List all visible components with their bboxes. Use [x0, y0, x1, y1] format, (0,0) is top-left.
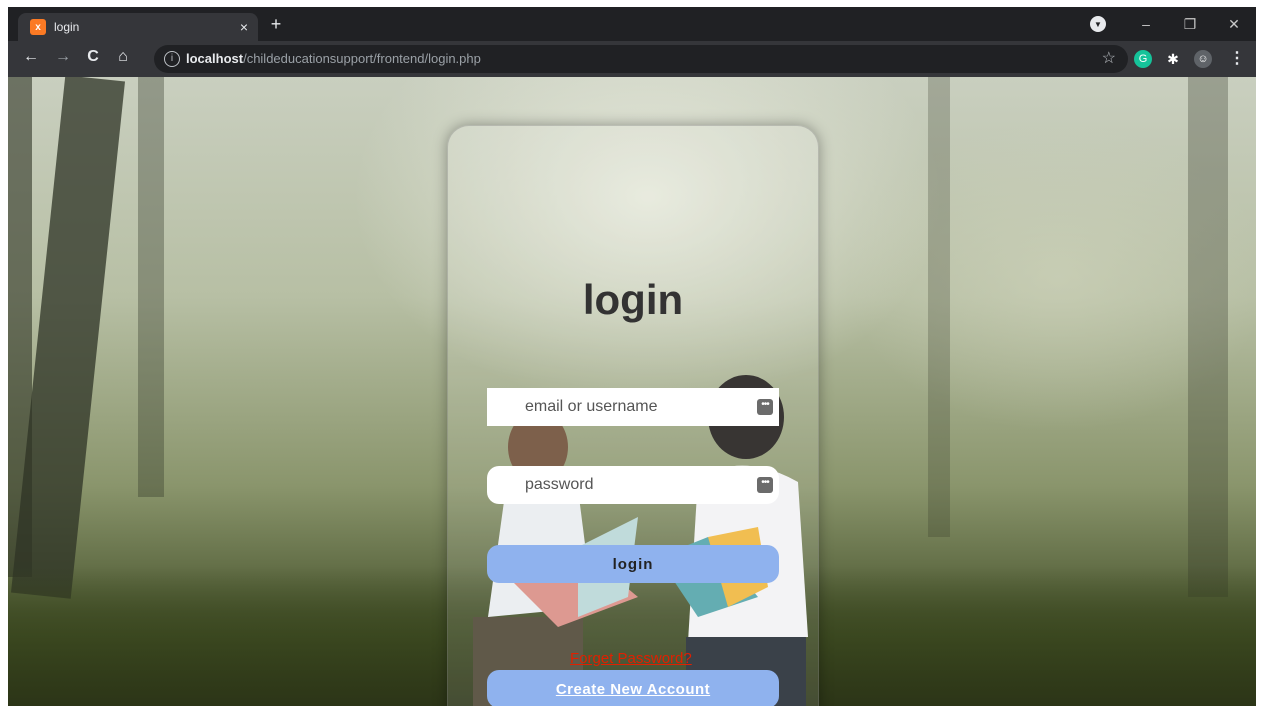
browser-titlebar: x login × + ▼ – ❐ ✕ — [8, 7, 1256, 41]
reload-button[interactable]: C — [82, 48, 104, 66]
browser-tab[interactable]: x login × — [18, 13, 258, 41]
tab-close-icon[interactable]: × — [240, 19, 248, 35]
create-account-button[interactable]: Create New Account — [487, 670, 779, 706]
login-button[interactable]: login — [487, 545, 779, 583]
new-tab-button[interactable]: + — [264, 14, 288, 35]
grammarly-icon[interactable]: G — [1134, 50, 1152, 68]
page-background: login ••• ••• login Forget Password? Cre… — [8, 77, 1256, 706]
avatar-icon[interactable]: ☺ — [1194, 50, 1212, 68]
url-host: localhost — [186, 51, 244, 66]
back-button[interactable]: ← — [20, 48, 42, 66]
login-card: login ••• ••• login Forget Password? Cre… — [447, 125, 819, 706]
password-manager-icon[interactable]: ••• — [757, 399, 773, 415]
info-icon[interactable]: i — [164, 51, 180, 67]
tree-trunk — [8, 77, 32, 577]
password-manager-icon[interactable]: ••• — [757, 477, 773, 493]
tab-title: login — [54, 20, 80, 34]
profile-menu-icon[interactable]: ▼ — [1090, 16, 1106, 32]
restore-button[interactable]: ❐ — [1168, 16, 1212, 33]
login-title: login — [582, 276, 684, 323]
email-username-input[interactable] — [487, 388, 779, 426]
browser-menu-icon[interactable]: ⋮ — [1226, 48, 1248, 68]
tree-trunk — [1188, 77, 1228, 597]
forward-button[interactable]: → — [52, 48, 74, 66]
address-bar[interactable]: i localhost/childeducationsupport/fronte… — [154, 45, 1128, 73]
puzzle-icon[interactable]: ✱ — [1164, 50, 1182, 68]
minimize-button[interactable]: – — [1124, 16, 1168, 32]
xampp-favicon-icon: x — [30, 19, 46, 35]
tree-trunk — [928, 77, 950, 537]
close-window-button[interactable]: ✕ — [1212, 16, 1256, 33]
home-button[interactable]: ⌂ — [112, 48, 134, 66]
password-input[interactable] — [487, 466, 779, 504]
bookmark-star-icon[interactable]: ☆ — [1102, 48, 1116, 68]
tree-trunk — [138, 77, 164, 497]
url-text[interactable]: localhost/childeducationsupport/frontend… — [186, 51, 481, 66]
url-path: /childeducationsupport/frontend/login.ph… — [243, 51, 481, 66]
forget-password-link[interactable]: Forget Password? — [570, 650, 692, 667]
browser-toolbar: ← → C ⌂ i localhost/childeducationsuppor… — [8, 41, 1256, 77]
window-controls: – ❐ ✕ — [1124, 7, 1256, 41]
